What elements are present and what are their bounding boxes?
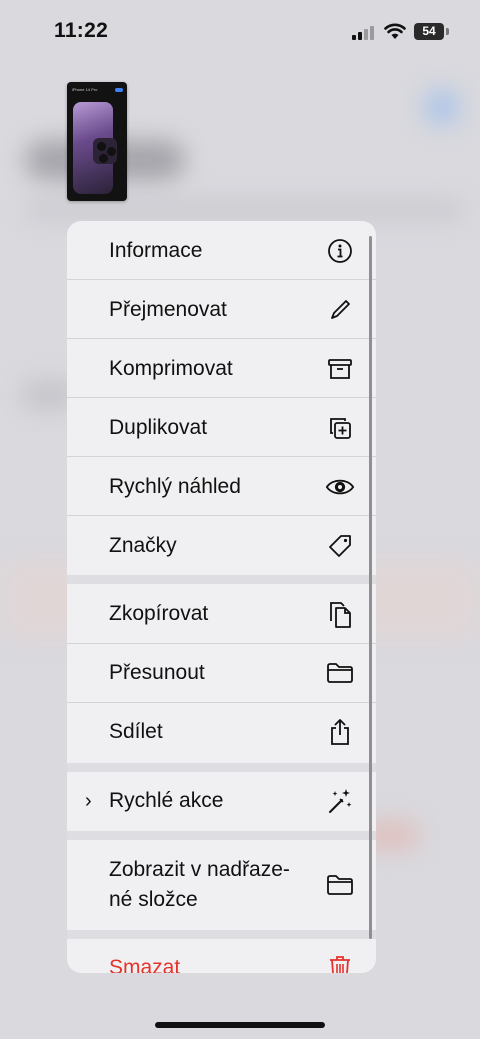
tag-icon [325,531,355,561]
menu-item-label: Rychlé akce [109,789,224,812]
menu-separator [67,643,376,644]
home-indicator[interactable] [155,1022,325,1028]
menu-group-divider [67,763,376,772]
menu-separator [67,338,376,339]
menu-item-label: Duplikovat [109,416,208,439]
menu-group-divider [67,575,376,584]
folder-icon [325,870,355,900]
share-icon [325,717,355,747]
plus-square-on-square-icon [325,413,355,443]
wifi-icon [384,23,406,39]
menu-item-label: Komprimovat [109,357,233,380]
chevron-right-icon: › [85,790,92,812]
menu-item-label: Zobrazit v nadřaze- [109,858,290,881]
copy-documents-icon [325,599,355,629]
menu-item-komprimovat[interactable]: Komprimovat [67,354,376,384]
menu-separator [67,279,376,280]
camera-module-image [93,138,117,164]
menu-item-label: Sdílet [109,720,163,743]
menu-group-divider [67,930,376,939]
menu-separator [67,456,376,457]
menu-item-prejmenovat[interactable]: Přejmenovat [67,295,376,325]
menu-item-label: Značky [109,534,177,557]
menu-item-zkopirovat[interactable]: Zkopírovat [67,599,376,629]
menu-item-rychly-nahled[interactable]: Rychlý náhled [67,472,376,502]
menu-item-label-line2: né složce [109,888,198,911]
status-bar: 11:22 54 [0,0,480,62]
menu-item-rychle-akce[interactable]: › Rychlé akce [67,786,376,816]
pencil-icon [325,295,355,325]
archive-box-icon [325,354,355,384]
menu-scrollbar[interactable] [369,236,372,939]
folder-icon [325,658,355,688]
status-time: 11:22 [54,19,109,42]
menu-item-smazat[interactable]: Smazat [67,953,376,973]
menu-separator [67,515,376,516]
battery-nub [446,28,449,35]
menu-item-informace[interactable]: Informace [67,236,376,266]
menu-item-label: Informace [109,239,203,262]
file-preview-thumbnail[interactable]: iPhone 14 Pro [67,82,127,201]
trash-icon [325,953,355,973]
menu-item-zobrazit-v-nadrazene-slozce[interactable]: Zobrazit v nadřaze- né složce [67,855,376,915]
eye-icon [325,472,355,502]
menu-item-sdilet[interactable]: Sdílet [67,717,376,747]
thumbnail-badge [115,88,123,92]
menu-separator [67,702,376,703]
battery-icon: 54 [414,23,444,40]
context-menu: Informace Přejmenovat Komprimovat Duplik… [67,221,376,973]
menu-item-label: Rychlý náhled [109,475,241,498]
menu-item-znacky[interactable]: Značky [67,531,376,561]
cellular-signal-icon [352,26,376,40]
menu-item-duplikovat[interactable]: Duplikovat [67,413,376,443]
sparkles-icon [325,786,355,816]
menu-item-label: Smazat [109,956,181,973]
info-icon [325,236,355,266]
menu-item-label: Přejmenovat [109,298,227,321]
menu-item-label: Přesunout [109,661,205,684]
menu-group-divider [67,831,376,840]
menu-item-presunout[interactable]: Přesunout [67,658,376,688]
menu-item-label: Zkopírovat [109,602,209,625]
menu-separator [67,397,376,398]
